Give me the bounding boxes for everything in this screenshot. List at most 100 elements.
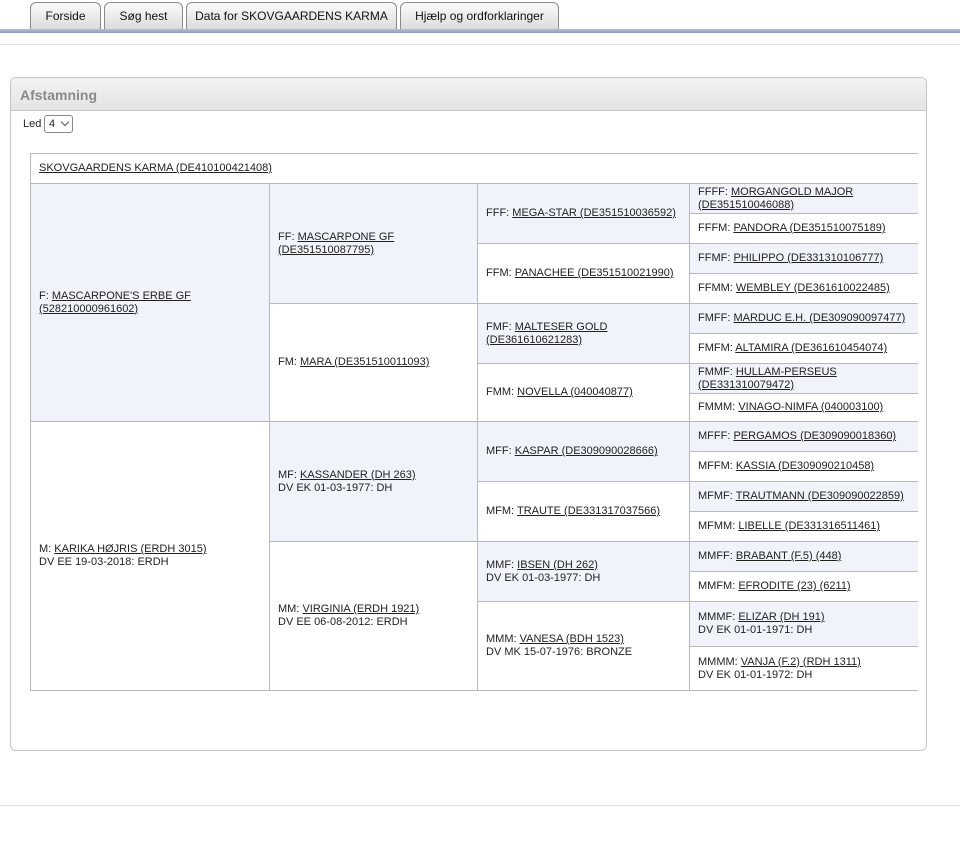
pedigree-cell-gen1: F: MASCARPONE'S ERBE GF (528210000961602… (30, 183, 269, 421)
ancestor-prefix: F: (39, 289, 49, 302)
ancestor-line: FMM: NOVELLA (040040877) (486, 386, 689, 399)
ancestor-line: M: KARIKA HØJRIS (ERDH 3015) (39, 543, 269, 556)
pedigree-cell-gen4: MMMM: VANJA (F.2) (RDH 1311) DV EK 01-01-… (689, 646, 918, 690)
ancestor-link[interactable]: PANACHEE (DE351510021990) (515, 267, 674, 279)
pedigree-cell-gen3: MMM: VANESA (BDH 1523) DV MK 15-07-1976: … (477, 601, 689, 690)
pedigree-cell-gen4: MFFF: PERGAMOS (DE309090018360) (689, 421, 918, 451)
ancestor-link[interactable]: VANESA (BDH 1523) (520, 633, 624, 645)
top-navigation: Forside Søg hest Data for SKOVGAARDENS K… (0, 0, 960, 46)
ancestor-prefix: MMMF: (698, 611, 736, 623)
pedigree-cell-gen2: FF: MASCARPONE GF (DE351510087795) (269, 183, 477, 303)
pedigree-cell-gen4: MMFM: EFRODITE (23) (6211) (689, 571, 918, 601)
ancestor-line: FMMM: VINAGO-NIMFA (040003100) (698, 401, 918, 414)
pedigree-cell-gen4: FMMF: HULLAM-PERSEUS (DE331310079472) (689, 363, 918, 393)
pedigree-cell-gen2: MM: VIRGINIA (ERDH 1921) DV EE 06-08-2012… (269, 541, 477, 690)
ancestor-evaluation: DV EE 19-03-2018: ERDH (39, 556, 169, 568)
ancestor-link[interactable]: PERGAMOS (DE309090018360) (733, 430, 896, 442)
ancestor-line: MFM: TRAUTE (DE331317037566) (486, 505, 689, 518)
ancestor-link[interactable]: MEGA-STAR (DE351510036592) (512, 207, 676, 219)
ancestor-line: FMFM: ALTAMIRA (DE361610454074) (698, 342, 918, 355)
ancestor-link[interactable]: EFRODITE (23) (6211) (738, 580, 850, 592)
tab-soeg-hest[interactable]: Søg hest (104, 2, 183, 29)
pedigree-cell-gen4: FMMM: VINAGO-NIMFA (040003100) (689, 393, 918, 421)
ancestor-prefix: FMMM: (698, 401, 736, 413)
ancestor-line: MFF: KASPAR (DE309090028666) (486, 445, 689, 458)
ancestor-prefix: FMM: (486, 386, 515, 398)
subject-link[interactable]: SKOVGAARDENS KARMA (DE410100421408) (39, 162, 918, 175)
ancestor-link[interactable]: TRAUTE (DE331317037566) (517, 505, 660, 517)
ancestor-link[interactable]: ALTAMIRA (DE361610454074) (735, 342, 887, 354)
ancestor-evaluation: DV EK 01-03-1977: DH (278, 481, 393, 494)
ancestor-link[interactable]: IBSEN (DH 262) (517, 559, 598, 571)
ancestor-prefix: MMMM: (698, 655, 738, 668)
pedigree-cell-gen4: FMFF: MARDUC E.H. (DE309090097477) (689, 303, 918, 333)
chevron-down-icon (60, 117, 70, 127)
ancestor-evaluation: DV EK 01-01-1972: DH (698, 668, 813, 681)
subject-row: SKOVGAARDENS KARMA (DE410100421408) (30, 153, 918, 183)
ancestor-link[interactable]: KASPAR (DE309090028666) (515, 445, 658, 457)
ancestor-prefix: FMFF: (698, 312, 731, 324)
ancestor-link[interactable]: MARA (DE351510011093) (300, 356, 429, 368)
pedigree-cell-gen4: MFMM: LIBELLE (DE331316511461) (689, 511, 918, 541)
pedigree-cell-gen3: MFF: KASPAR (DE309090028666) (477, 421, 689, 481)
ancestor-evaluation: DV MK 15-07-1976: BRONZE (486, 646, 633, 658)
ancestor-link[interactable]: WEMBLEY (DE361610022485) (736, 282, 890, 294)
ancestor-evaluation: DV EE 06-08-2012: ERDH (278, 616, 408, 628)
pedigree-cell-gen3: FFM: PANACHEE (DE351510021990) (477, 243, 689, 303)
ancestor-line: MFMF: TRAUTMANN (DE309090022859) (698, 490, 918, 503)
pedigree-cell-gen1: M: KARIKA HØJRIS (ERDH 3015) DV EE 19-03-… (30, 421, 269, 690)
ancestor-prefix: FFM: (486, 267, 512, 279)
ancestor-link[interactable]: NOVELLA (040040877) (517, 386, 633, 398)
ancestor-line: FMF: MALTESER GOLD (DE361610621283) (486, 321, 689, 347)
tab-forside[interactable]: Forside (30, 2, 101, 29)
ancestor-link[interactable]: KASSANDER (DH 263) (300, 469, 416, 481)
generations-label: Led (23, 118, 42, 130)
ancestor-link[interactable]: PHILIPPO (DE331310106777) (733, 252, 883, 264)
ancestor-prefix: MMFF: (698, 550, 733, 562)
pedigree-cell-gen4: MMFF: BRABANT (F.5) (448) (689, 541, 918, 571)
ancestor-link[interactable]: VANJA (F.2) (RDH 1311) (741, 656, 861, 668)
ancestor-line: FMMF: HULLAM-PERSEUS (DE331310079472) (698, 366, 918, 392)
pedigree-panel: Afstamning Led 4 SKOVGAARDENS KARMA (DE4… (10, 77, 927, 751)
ancestor-line: FMFF: MARDUC E.H. (DE309090097477) (698, 312, 918, 325)
tab-help[interactable]: Hjælp og ordforklaringer (400, 2, 559, 29)
ancestor-prefix: MFFM: (698, 460, 733, 472)
ancestor-link[interactable]: BRABANT (F.5) (448) (736, 550, 842, 562)
ancestor-line: MMF: IBSEN (DH 262) (486, 559, 689, 572)
ancestor-link[interactable]: MASCARPONE'S ERBE GF (528210000961602) (39, 290, 191, 315)
tab-data-for-horse[interactable]: Data for SKOVGAARDENS KARMA (186, 2, 397, 29)
ancestor-line: MM: VIRGINIA (ERDH 1921) (278, 603, 477, 616)
ancestor-link[interactable]: ELIZAR (DH 191) (738, 611, 824, 623)
pedigree-cell-gen3: FMM: NOVELLA (040040877) (477, 363, 689, 421)
ancestor-link[interactable]: VIRGINIA (ERDH 1921) (302, 603, 419, 615)
ancestor-line: MMMM: VANJA (F.2) (RDH 1311) (698, 656, 918, 669)
panel-header: Afstamning (11, 78, 926, 111)
panel-title: Afstamning (20, 87, 97, 103)
ancestor-line: FFFF: MORGANGOLD MAJOR (DE351510046088) (698, 186, 918, 212)
pedigree-cell-gen4: FFFF: MORGANGOLD MAJOR (DE351510046088) (689, 183, 918, 213)
pedigree-cell-gen2: MF: KASSANDER (DH 263) DV EK 01-03-1977: … (269, 421, 477, 541)
pedigree-cell-gen4: FMFM: ALTAMIRA (DE361610454074) (689, 333, 918, 363)
ancestor-link[interactable]: KASSIA (DE309090210458) (736, 460, 874, 472)
ancestor-link[interactable]: TRAUTMANN (DE309090022859) (736, 490, 904, 502)
generations-select[interactable]: 4 (44, 115, 73, 133)
ancestor-link[interactable]: PANDORA (DE351510075189) (733, 222, 885, 234)
ancestor-link[interactable]: KARIKA HØJRIS (ERDH 3015) (54, 543, 206, 555)
ancestor-line: FFF: MEGA-STAR (DE351510036592) (486, 207, 689, 220)
ancestor-line: MFFM: KASSIA (DE309090210458) (698, 460, 918, 473)
ancestor-line: MMM: VANESA (BDH 1523) (486, 633, 689, 646)
ancestor-line: FFMF: PHILIPPO (DE331310106777) (698, 252, 918, 265)
ancestor-evaluation: DV EK 01-01-1971: DH (698, 624, 813, 636)
ancestor-line: FF: MASCARPONE GF (DE351510087795) (278, 231, 477, 257)
ancestor-line: F: MASCARPONE'S ERBE GF (528210000961602… (39, 290, 269, 316)
footer-divider (0, 805, 960, 806)
ancestor-line: MF: KASSANDER (DH 263) (278, 469, 477, 482)
pedigree-cell-gen4: MFFM: KASSIA (DE309090210458) (689, 451, 918, 481)
ancestor-prefix: FMMF: (698, 365, 733, 378)
ancestor-link[interactable]: MASCARPONE GF (DE351510087795) (278, 231, 394, 256)
ancestor-link[interactable]: LIBELLE (DE331316511461) (738, 520, 880, 532)
ancestor-line: MMMF: ELIZAR (DH 191) (698, 611, 918, 624)
ancestor-link[interactable]: VINAGO-NIMFA (040003100) (738, 401, 883, 413)
ancestor-link[interactable]: MARDUC E.H. (DE309090097477) (733, 312, 905, 324)
table-bottom-border (30, 690, 918, 691)
